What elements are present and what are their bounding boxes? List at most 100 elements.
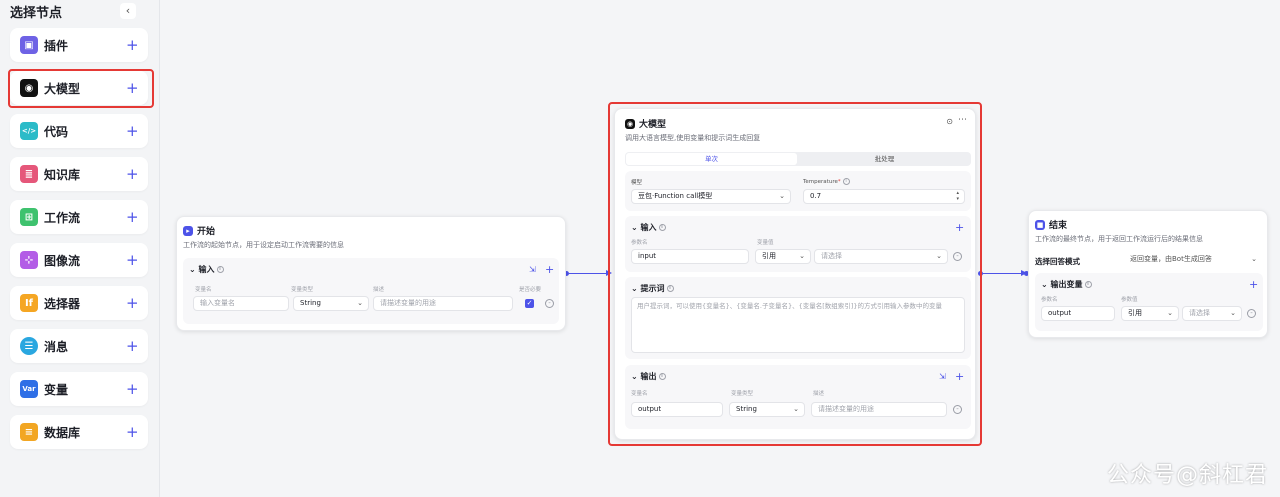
remove-icon[interactable]: -: [953, 252, 962, 261]
workflow-icon: ⊞: [20, 208, 38, 226]
llm-output-section: ⌄ 输出 i ⇲ + 变量名 变量类型 描述 output String ⌄ 请描述…: [625, 365, 971, 429]
start-node-title: 开始: [197, 227, 216, 237]
prompt-section-title[interactable]: ⌄ 提示词 i: [631, 283, 674, 294]
required-checkbox[interactable]: ✓: [525, 299, 534, 308]
chevron-down-icon: ⌄: [793, 405, 799, 413]
sidebar-item-label: 变量: [44, 382, 69, 397]
import-icon[interactable]: ⇲: [939, 372, 946, 382]
remove-icon[interactable]: -: [1247, 309, 1256, 318]
temperature-value: 0.7: [810, 192, 822, 200]
output-section-title[interactable]: ⌄ 输出变量 i: [1041, 279, 1092, 290]
info-icon: i: [666, 285, 674, 292]
add-output-button[interactable]: +: [1249, 279, 1258, 290]
add-icon[interactable]: +: [126, 36, 139, 54]
knowledge-icon: ≣: [20, 165, 38, 183]
temperature-label: Temperature* i: [803, 178, 850, 185]
chevron-down-icon: ⌄: [631, 223, 638, 232]
chevron-down-icon: ⌄: [1167, 309, 1173, 317]
param-label: 参数名: [1041, 297, 1058, 303]
more-icon[interactable]: ⋯: [958, 115, 967, 125]
temperature-label-text: Temperature: [803, 179, 838, 185]
sidebar-item-variable[interactable]: Var 变量 +: [10, 372, 148, 406]
var-name-input[interactable]: 输入变量名: [193, 296, 289, 311]
tab-batch[interactable]: 批处理: [799, 153, 970, 165]
sidebar-item-label: 大模型: [44, 81, 81, 96]
var-desc-input[interactable]: 请描述变量的用途: [373, 296, 513, 311]
param-label: 参数名: [631, 240, 648, 246]
output-title-text: 输出变量: [1050, 280, 1083, 289]
var-type-select[interactable]: String ⌄: [293, 296, 369, 311]
ref-value-select[interactable]: 请选择 ⌄: [1182, 306, 1242, 321]
add-icon[interactable]: +: [126, 208, 139, 226]
col-label-type: 变量类型: [291, 287, 314, 293]
sidebar-item-knowledge[interactable]: ≣ 知识库 +: [10, 157, 148, 191]
end-node[interactable]: ■ 结束 工作流的最终节点，用于返回工作流运行后的结果信息 选择回答模式 返回变…: [1028, 210, 1268, 338]
stepper-icon[interactable]: ▴ ▾: [956, 190, 959, 202]
input-param-name[interactable]: input: [631, 249, 749, 264]
var-type-value: String: [300, 299, 321, 307]
prompt-section: ⌄ 提示词 i 用户提示词，可以使用{变量名}、{变量名.子变量名}、{变量名[数…: [625, 277, 971, 359]
sidebar-item-code[interactable]: </> 代码 +: [10, 114, 148, 148]
ref-type-select[interactable]: 引用 ⌄: [755, 249, 811, 264]
answer-mode-select[interactable]: 返回变量，由Bot生成回答 ⌄: [1123, 252, 1263, 267]
sidebar-item-plugin[interactable]: ▣ 插件 +: [10, 28, 148, 62]
output-section-title[interactable]: ⌄ 输出 i: [631, 371, 666, 382]
start-node-desc: 工作流的起始节点，用于设定启动工作流需要的信息: [183, 241, 344, 249]
end-node-title: 结束: [1049, 221, 1068, 231]
add-icon[interactable]: +: [126, 423, 139, 441]
sidebar-item-database[interactable]: ≡ 数据库 +: [10, 415, 148, 449]
model-select[interactable]: 豆包·Function call模型 ⌄: [631, 189, 791, 204]
plugin-icon: ▣: [20, 36, 38, 54]
remove-icon[interactable]: -: [953, 405, 962, 414]
output-type-select[interactable]: String ⌄: [729, 402, 805, 417]
chevron-down-icon: ⌄: [1041, 280, 1048, 289]
input-section-title[interactable]: ⌄ 输入 i: [631, 222, 666, 233]
llm-node[interactable]: ◉ 大模型 调用大语言模型,使用变量和提示词生成回复 ⊙ ⋯ 单次 批处理 模型…: [614, 108, 976, 440]
ref-type-value: 引用: [762, 252, 776, 260]
debug-icon[interactable]: ⊙: [946, 117, 953, 126]
sidebar-item-imageflow[interactable]: ⊹ 图像流 +: [10, 243, 148, 277]
sidebar-item-label: 代码: [44, 124, 69, 139]
add-input-button[interactable]: +: [545, 264, 554, 275]
sidebar-item-llm[interactable]: ◉ 大模型 +: [10, 71, 148, 105]
add-icon[interactable]: +: [126, 337, 139, 355]
sidebar-item-label: 数据库: [44, 425, 81, 440]
add-output-button[interactable]: +: [955, 371, 964, 382]
temperature-input[interactable]: 0.7 ▴ ▾: [803, 189, 965, 204]
sidebar-item-workflow[interactable]: ⊞ 工作流 +: [10, 200, 148, 234]
output-desc-input[interactable]: 请描述变量的用途: [811, 402, 947, 417]
message-icon: ☰: [20, 337, 38, 355]
ref-type-value: 引用: [1128, 309, 1142, 317]
model-value: 豆包·Function call模型: [638, 192, 713, 200]
tab-single[interactable]: 单次: [626, 153, 797, 165]
col-label-name: 变量名: [195, 287, 212, 293]
collapse-sidebar-button[interactable]: ‹: [120, 3, 136, 19]
add-icon[interactable]: +: [126, 122, 139, 140]
import-icon[interactable]: ⇲: [529, 265, 536, 275]
chevron-down-icon: ⌄: [799, 252, 805, 260]
sidebar-item-selector[interactable]: If 选择器 +: [10, 286, 148, 320]
add-input-button[interactable]: +: [955, 222, 964, 233]
add-icon[interactable]: +: [126, 380, 139, 398]
remove-icon[interactable]: -: [545, 299, 554, 308]
connector-line: [983, 273, 1025, 274]
end-output-section: ⌄ 输出变量 i + 参数名 参数值 output 引用 ⌄ 请选择 ⌄ -: [1035, 273, 1263, 331]
input-section-title[interactable]: ⌄ 输入 i: [189, 264, 224, 275]
add-icon[interactable]: +: [126, 165, 139, 183]
selector-icon: If: [20, 294, 38, 312]
node-sidebar: 选择节点 ‹ ▣ 插件 + ◉ 大模型 + </> 代码 + ≣ 知识库 + ⊞…: [0, 0, 160, 497]
chevron-down-icon: ⌄: [631, 284, 638, 293]
ref-type-select[interactable]: 引用 ⌄: [1121, 306, 1179, 321]
value-label: 变量值: [757, 240, 774, 246]
add-icon[interactable]: +: [126, 79, 139, 97]
answer-mode-value: 返回变量，由Bot生成回答: [1130, 255, 1212, 263]
ref-value-select[interactable]: 请选择 ⌄: [814, 249, 948, 264]
sidebar-item-message[interactable]: ☰ 消息 +: [10, 329, 148, 363]
output-name-input[interactable]: output: [631, 402, 723, 417]
end-output-name[interactable]: output: [1041, 306, 1115, 321]
prompt-textarea[interactable]: 用户提示词，可以使用{变量名}、{变量名.子变量名}、{变量名[数组索引]}的方…: [631, 297, 965, 353]
start-node[interactable]: ▸ 开始 工作流的起始节点，用于设定启动工作流需要的信息 ⌄ 输入 i ⇲ + 变…: [176, 216, 566, 331]
info-icon: i: [658, 373, 666, 380]
add-icon[interactable]: +: [126, 294, 139, 312]
add-icon[interactable]: +: [126, 251, 139, 269]
